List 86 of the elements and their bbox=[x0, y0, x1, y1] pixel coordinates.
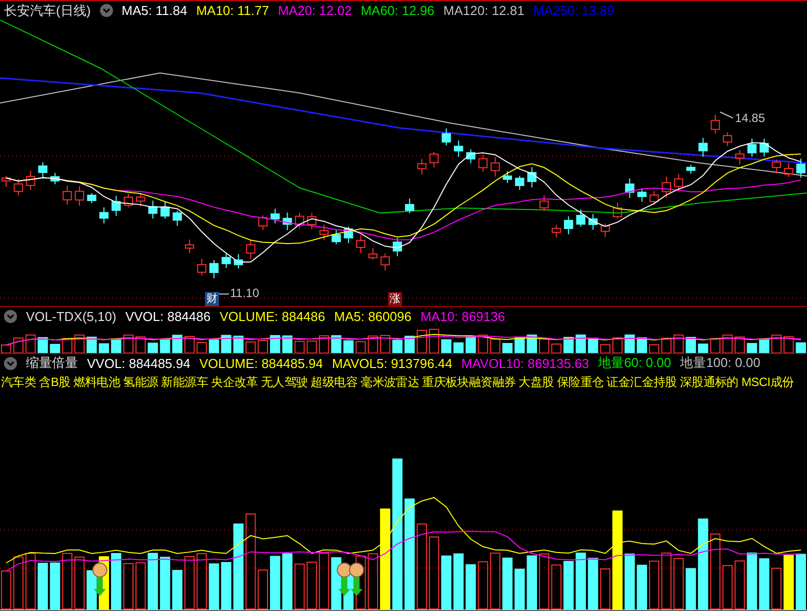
volume-bar bbox=[318, 552, 330, 610]
volume-bar bbox=[50, 562, 60, 610]
indicator-value: MA120: 12.81 bbox=[443, 3, 524, 18]
indicator-value: VVOL: 884485.94 bbox=[87, 356, 190, 371]
indicator-value: 地量60: 0.00 bbox=[598, 354, 672, 372]
sector-tags: 汽车类 含B股 燃料电池 氢能源 新能源车 央企改革 无人驾驶 超级电容 毫米波雷达 重庆板块融资融券 大盘股 保险重仓 证金汇金持股 深股通标的 MSCI成份 bbox=[0, 372, 807, 392]
volume-bar bbox=[490, 552, 500, 610]
volume-bar bbox=[576, 552, 586, 610]
volume-bar bbox=[453, 553, 464, 610]
volume-bar bbox=[208, 563, 220, 610]
indicator-value: 地量100: 0.00 bbox=[680, 354, 760, 372]
high-price-label: 14.85 bbox=[735, 111, 766, 126]
volume-bar bbox=[38, 562, 48, 610]
indicator-value: MA10: 11.77 bbox=[196, 3, 269, 18]
hand-pointer-icon bbox=[336, 562, 352, 596]
volume-bar bbox=[221, 562, 232, 610]
volume-bar bbox=[784, 554, 794, 610]
volume-bar bbox=[661, 552, 672, 610]
indicator-value: MAVOL10: 869135.63 bbox=[461, 356, 590, 371]
volume-bar bbox=[588, 558, 598, 610]
volume-bar bbox=[172, 570, 182, 610]
volume-bar bbox=[478, 561, 488, 610]
hand-pointer-icon bbox=[349, 562, 364, 596]
volume-bar bbox=[686, 568, 696, 610]
volume-bar bbox=[25, 552, 36, 610]
volume-bar bbox=[563, 560, 574, 610]
volume-bar bbox=[759, 558, 770, 610]
volume-bar bbox=[136, 562, 146, 610]
leader-line bbox=[218, 294, 230, 295]
volume-bar bbox=[636, 564, 648, 610]
stock-title: 长安汽车(日线) bbox=[4, 2, 91, 20]
volume-bar bbox=[502, 558, 513, 610]
leader-line bbox=[720, 112, 734, 119]
volume-bar bbox=[282, 553, 292, 610]
volume-bar bbox=[123, 563, 134, 610]
volume-bar bbox=[111, 553, 122, 610]
dropdown-icon[interactable] bbox=[100, 4, 113, 18]
volume-bar bbox=[368, 553, 378, 610]
volume-bar bbox=[441, 556, 452, 610]
indicator-value: MA20: 12.02 bbox=[278, 3, 352, 18]
volume-bar bbox=[674, 558, 684, 610]
dropdown-icon[interactable] bbox=[4, 356, 17, 370]
volume-bar bbox=[722, 565, 733, 610]
volume-bar bbox=[600, 568, 610, 610]
volume-bar bbox=[86, 570, 97, 610]
event-marker[interactable]: 财 bbox=[205, 292, 219, 306]
volume-bar bbox=[270, 556, 280, 610]
volume-bar bbox=[184, 556, 195, 610]
indicator-name: VOL-TDX(5,10) bbox=[26, 309, 116, 324]
volume-bar bbox=[258, 570, 268, 610]
dropdown-icon[interactable] bbox=[4, 310, 17, 324]
volume-bar bbox=[796, 554, 806, 610]
volume-bar bbox=[160, 556, 170, 610]
hand-pointer-icon bbox=[92, 562, 108, 596]
indicator-value: VOLUME: 884485.94 bbox=[199, 356, 323, 371]
volume-bar bbox=[746, 552, 758, 610]
indicator-value: MA250: 13.89 bbox=[533, 3, 614, 18]
volume-bar bbox=[466, 564, 476, 610]
indicator-value: VVOL: 884486 bbox=[125, 309, 211, 324]
low-price-label: 11.10 bbox=[230, 286, 260, 300]
volume-bar bbox=[551, 564, 562, 610]
indicator-value: MA60: 12.96 bbox=[360, 3, 434, 18]
indicator-value: MA5: 860096 bbox=[334, 309, 412, 324]
volume-bar bbox=[196, 553, 207, 610]
volume-bar bbox=[148, 552, 158, 610]
volume-bar bbox=[649, 560, 660, 610]
indicator-name: 缩量倍量 bbox=[26, 354, 78, 372]
volume-bar bbox=[74, 556, 85, 610]
volume-bar bbox=[13, 556, 24, 610]
indicator-value: MA5: 11.84 bbox=[122, 3, 188, 18]
volume-bar bbox=[734, 560, 745, 610]
volume-bar bbox=[624, 554, 635, 610]
volume-bar bbox=[526, 555, 537, 610]
event-marker[interactable]: 涨 bbox=[388, 292, 402, 306]
indicator-value: VOLUME: 884486 bbox=[220, 309, 326, 324]
volume-bar bbox=[306, 562, 317, 610]
volume-bar bbox=[356, 556, 366, 610]
indicator-value: MAVOL5: 913796.44 bbox=[332, 356, 452, 371]
volume-bar bbox=[1, 570, 12, 610]
volume-bar bbox=[62, 552, 72, 610]
volume-bar bbox=[331, 557, 342, 610]
volume-bar bbox=[539, 553, 550, 610]
volume-bar bbox=[514, 568, 525, 610]
volume-bar bbox=[294, 564, 305, 610]
volume-bar bbox=[771, 568, 782, 610]
indicator-value: MA10: 869136 bbox=[420, 309, 506, 324]
